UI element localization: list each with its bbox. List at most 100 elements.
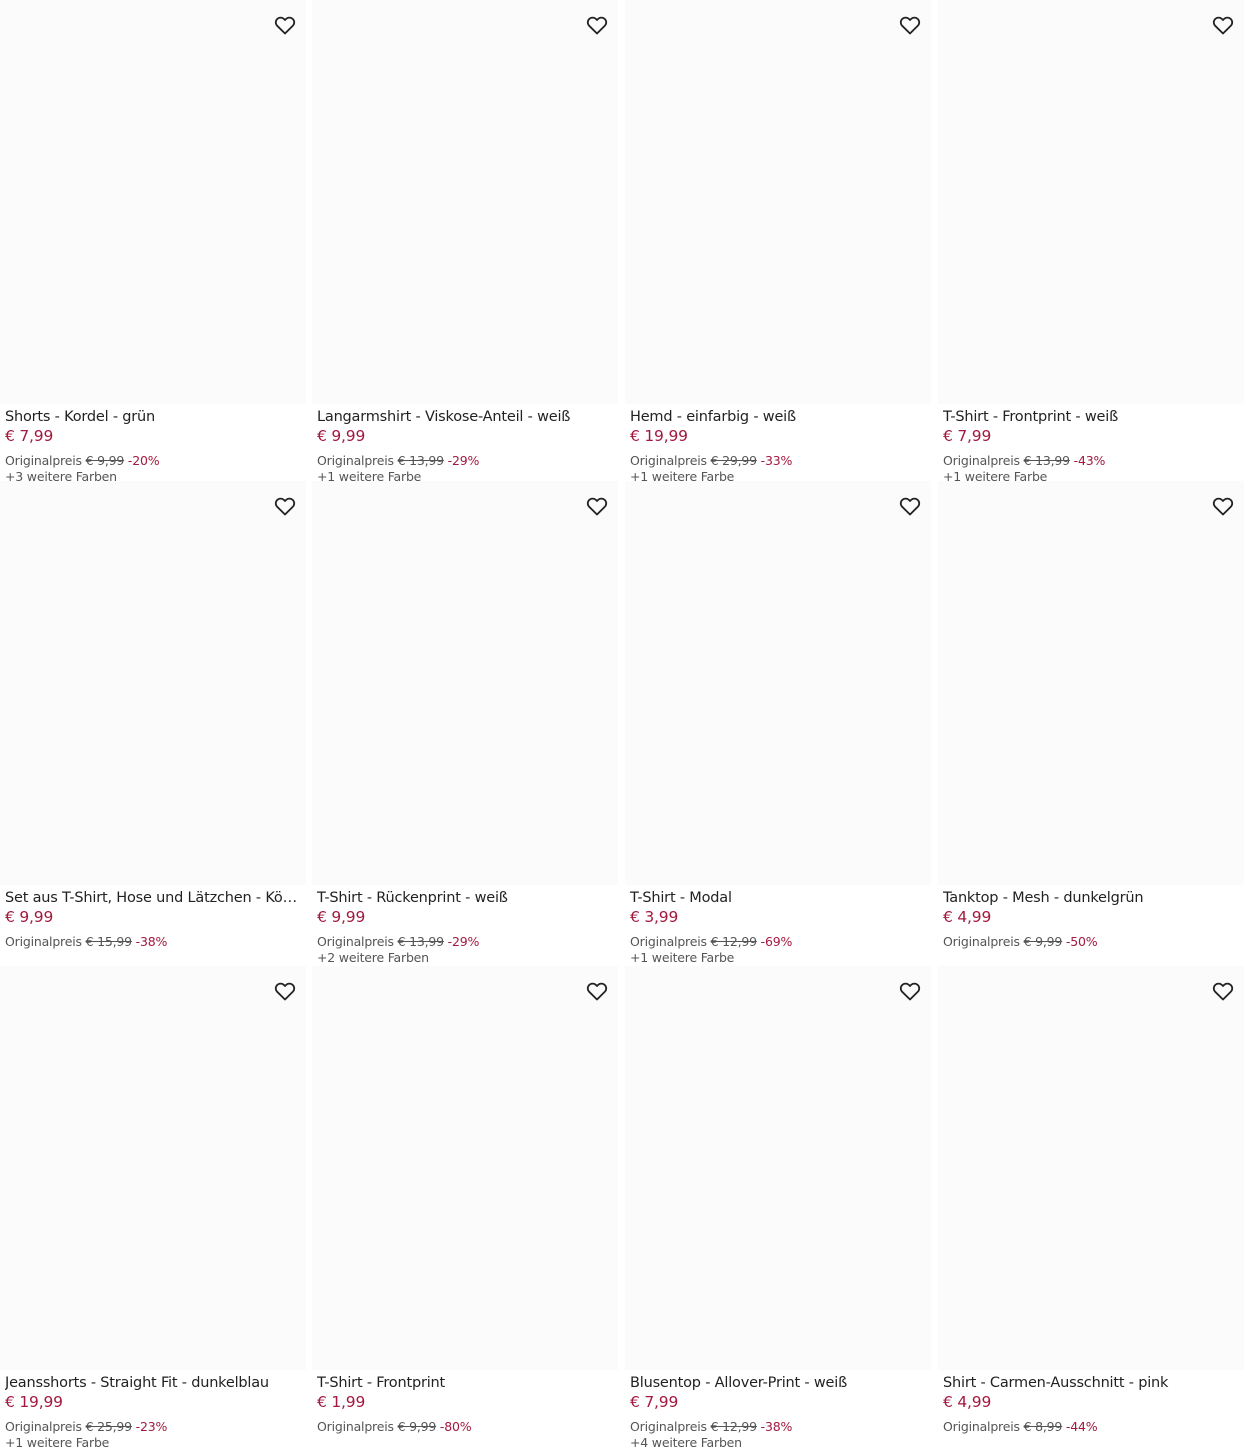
product-price: € 9,99 (317, 427, 366, 445)
product-name[interactable]: Hemd - einfarbig - weiß (630, 408, 930, 426)
product-price: € 7,99 (5, 427, 54, 445)
original-price-value: € 15,99 (85, 934, 133, 949)
product-name[interactable]: Jeansshorts - Straight Fit - dunkelblau (5, 1374, 305, 1392)
wishlist-heart-icon[interactable] (582, 491, 612, 521)
more-colors-link[interactable]: +1 weitere Farbe (5, 1435, 109, 1451)
discount-badge: -20% (127, 453, 160, 468)
discount-badge: -43% (1073, 453, 1106, 468)
original-price-line: Originalpreis € 13,99 -29% (317, 934, 479, 950)
original-price-value: € 13,99 (397, 453, 445, 468)
more-colors-link[interactable]: +2 weitere Farben (317, 950, 429, 966)
wishlist-heart-icon[interactable] (1208, 10, 1238, 40)
wishlist-heart-icon[interactable] (895, 10, 925, 40)
product-card[interactable]: Jeansshorts - Straight Fit - dunkelblau €… (0, 966, 306, 1450)
product-image[interactable] (0, 481, 306, 885)
product-card[interactable]: Shorts - Kordel - grün € 7,99 Originalprei… (0, 0, 306, 484)
original-price-line: Originalpreis € 8,99 -44% (943, 1419, 1098, 1435)
product-image[interactable] (625, 481, 931, 885)
original-price-line: Originalpreis € 13,99 -43% (943, 453, 1105, 469)
discount-badge: -50% (1065, 934, 1098, 949)
product-price: € 1,99 (317, 1393, 366, 1411)
wishlist-heart-icon[interactable] (895, 491, 925, 521)
product-price: € 9,99 (317, 908, 366, 926)
product-card[interactable]: Shirt - Carmen-Ausschnitt - pink € 4,99 Or… (938, 966, 1244, 1446)
product-price: € 19,99 (630, 427, 688, 445)
product-price: € 4,99 (943, 908, 992, 926)
product-price: € 7,99 (943, 427, 992, 445)
product-card[interactable]: T-Shirt - Frontprint € 1,99 Originalpreis … (312, 966, 618, 1446)
product-image[interactable] (312, 0, 618, 404)
original-price-label: Originalpreis (317, 1419, 394, 1434)
wishlist-heart-icon[interactable] (270, 976, 300, 1006)
product-price: € 9,99 (5, 908, 54, 926)
original-price-line: Originalpreis € 9,99 -20% (5, 453, 160, 469)
product-name[interactable]: Blusentop - Allover-Print - weiß (630, 1374, 930, 1392)
product-card[interactable]: Langarmshirt - Viskose-Anteil - weiß € 9,… (312, 0, 618, 484)
product-name[interactable]: T-Shirt - Frontprint - weiß (943, 408, 1243, 426)
original-price-label: Originalpreis (317, 934, 394, 949)
product-price: € 19,99 (5, 1393, 63, 1411)
original-price-value: € 25,99 (85, 1419, 133, 1434)
original-price-line: Originalpreis € 25,99 -23% (5, 1419, 167, 1435)
original-price-label: Originalpreis (630, 934, 707, 949)
discount-badge: -69% (760, 934, 793, 949)
product-card[interactable]: Blusentop - Allover-Print - weiß € 7,99 Or… (625, 966, 931, 1450)
product-price: € 3,99 (630, 908, 679, 926)
original-price-label: Originalpreis (5, 1419, 82, 1434)
product-image[interactable] (625, 966, 931, 1370)
original-price-value: € 8,99 (1023, 1419, 1063, 1434)
wishlist-heart-icon[interactable] (1208, 976, 1238, 1006)
original-price-label: Originalpreis (317, 453, 394, 468)
product-image[interactable] (938, 966, 1244, 1370)
product-image[interactable] (312, 966, 618, 1370)
product-name[interactable]: Langarmshirt - Viskose-Anteil - weiß (317, 408, 617, 426)
original-price-value: € 9,99 (1023, 934, 1063, 949)
wishlist-heart-icon[interactable] (270, 491, 300, 521)
original-price-line: Originalpreis € 15,99 -38% (5, 934, 167, 950)
product-name[interactable]: T-Shirt - Frontprint (317, 1374, 617, 1392)
product-name[interactable]: T-Shirt - Rückenprint - weiß (317, 889, 617, 907)
wishlist-heart-icon[interactable] (582, 976, 612, 1006)
original-price-line: Originalpreis € 9,99 -50% (943, 934, 1098, 950)
original-price-value: € 29,99 (710, 453, 758, 468)
product-image[interactable] (0, 966, 306, 1370)
product-price: € 4,99 (943, 1393, 992, 1411)
more-colors-link[interactable]: +1 weitere Farbe (630, 950, 734, 966)
product-name[interactable]: T-Shirt - Modal (630, 889, 930, 907)
original-price-label: Originalpreis (943, 934, 1020, 949)
more-colors-link[interactable]: +4 weitere Farben (630, 1435, 742, 1451)
original-price-label: Originalpreis (943, 1419, 1020, 1434)
discount-badge: -80% (439, 1419, 472, 1434)
product-card[interactable]: T-Shirt - Rückenprint - weiß € 9,99 Origin… (312, 481, 618, 965)
product-card[interactable]: Tanktop - Mesh - dunkelgrün € 4,99 Origina… (938, 481, 1244, 961)
discount-badge: -38% (760, 1419, 793, 1434)
product-image[interactable] (938, 481, 1244, 885)
product-card[interactable]: Hemd - einfarbig - weiß € 19,99 Originalpr… (625, 0, 931, 484)
product-card[interactable]: Set aus T-Shirt, Hose und Lätzchen - Kön… (0, 481, 306, 961)
discount-badge: -38% (135, 934, 168, 949)
original-price-line: Originalpreis € 29,99 -33% (630, 453, 792, 469)
product-card[interactable]: T-Shirt - Modal € 3,99 Originalpreis € 12,… (625, 481, 931, 965)
product-name[interactable]: Tanktop - Mesh - dunkelgrün (943, 889, 1243, 907)
product-image[interactable] (625, 0, 931, 404)
wishlist-heart-icon[interactable] (895, 976, 925, 1006)
original-price-label: Originalpreis (5, 934, 82, 949)
wishlist-heart-icon[interactable] (1208, 491, 1238, 521)
product-image[interactable] (0, 0, 306, 404)
product-name[interactable]: Set aus T-Shirt, Hose und Lätzchen - Kön… (5, 889, 305, 907)
original-price-value: € 9,99 (85, 453, 125, 468)
discount-badge: -29% (447, 453, 480, 468)
product-name[interactable]: Shirt - Carmen-Ausschnitt - pink (943, 1374, 1243, 1392)
product-name[interactable]: Shorts - Kordel - grün (5, 408, 305, 426)
product-price: € 7,99 (630, 1393, 679, 1411)
wishlist-heart-icon[interactable] (270, 10, 300, 40)
product-card[interactable]: T-Shirt - Frontprint - weiß € 7,99 Origina… (938, 0, 1244, 484)
wishlist-heart-icon[interactable] (582, 10, 612, 40)
product-image[interactable] (312, 481, 618, 885)
discount-badge: -33% (760, 453, 793, 468)
original-price-label: Originalpreis (943, 453, 1020, 468)
product-image[interactable] (938, 0, 1244, 404)
original-price-value: € 12,99 (710, 1419, 758, 1434)
original-price-value: € 9,99 (397, 1419, 437, 1434)
original-price-line: Originalpreis € 12,99 -38% (630, 1419, 792, 1435)
